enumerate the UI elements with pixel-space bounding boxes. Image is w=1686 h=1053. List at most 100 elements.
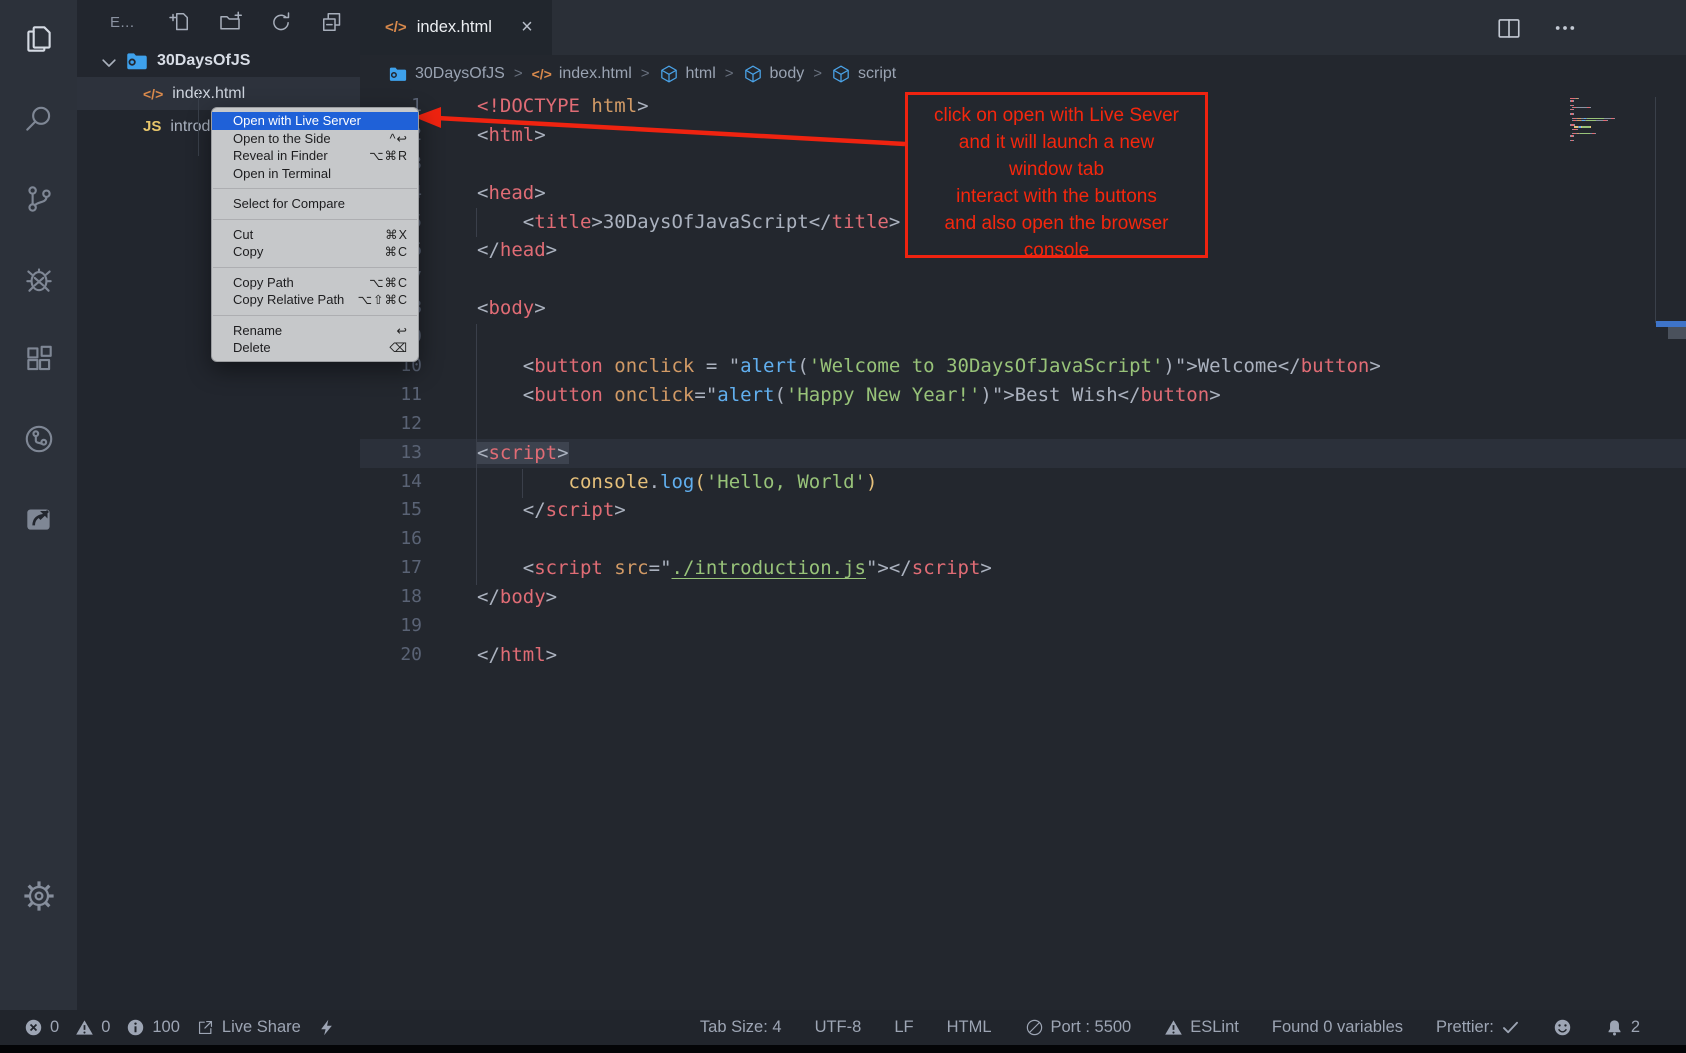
status-item-lightning-icon[interactable] — [317, 1018, 336, 1037]
line-number[interactable]: 12 — [360, 410, 422, 439]
code-line-content: <button onclick = "alert('Welcome to 30D… — [477, 352, 1381, 381]
cube-icon — [743, 64, 763, 84]
source-control-icon[interactable] — [22, 182, 56, 216]
annotation-box: click on open with Live Severand it will… — [905, 92, 1208, 258]
menu-item-reveal-in-finder[interactable]: Reveal in Finder⌥⌘R — [212, 147, 418, 165]
menu-item-open-to-the-side[interactable]: Open to the Side^↩ — [212, 130, 418, 148]
status-item-label: Live Share — [222, 1018, 301, 1037]
status-item-label: HTML — [947, 1018, 992, 1037]
status-item-2[interactable]: 2 — [1605, 1018, 1640, 1037]
status-item-prettier[interactable]: Prettier: — [1436, 1018, 1520, 1037]
code-line[interactable]: 19 — [360, 612, 1686, 641]
menu-item-select-for-compare[interactable]: Select for Compare — [212, 195, 418, 213]
cube-icon — [831, 64, 851, 84]
menu-item-cut[interactable]: Cut⌘X — [212, 226, 418, 244]
line-number[interactable]: 20 — [360, 641, 422, 670]
status-item-lf[interactable]: LF — [894, 1018, 913, 1037]
code-line[interactable]: 16 — [360, 525, 1686, 554]
code-line[interactable]: 20</html> — [360, 641, 1686, 670]
status-item-live-share[interactable]: Live Share — [196, 1018, 301, 1037]
menu-item-rename[interactable]: Rename↩ — [212, 322, 418, 340]
minimap[interactable] — [1570, 98, 1652, 142]
refresh-icon[interactable] — [269, 10, 293, 34]
code-line-content: <html> — [477, 121, 546, 150]
status-item-label: Port : 5500 — [1051, 1018, 1132, 1037]
line-number[interactable]: 11 — [360, 381, 422, 410]
code-line-content: </head> — [477, 236, 557, 265]
line-number[interactable]: 18 — [360, 583, 422, 612]
line-number[interactable]: 13 — [360, 439, 422, 468]
menu-item-open-with-live-server[interactable]: Open with Live Server — [212, 112, 418, 130]
share-arrow-icon[interactable] — [22, 502, 56, 536]
code-line-content: <!DOCTYPE html> — [477, 92, 649, 121]
code-line-content: <script> — [477, 439, 569, 468]
menu-item-label: Copy Relative Path — [233, 292, 358, 307]
menu-item-delete[interactable]: Delete⌫ — [212, 339, 418, 357]
window-bottom-edge — [0, 1045, 1686, 1053]
chevron-down-icon[interactable] — [99, 51, 119, 71]
branch-circle-icon[interactable] — [22, 422, 56, 456]
code-line[interactable]: 10 <button onclick = "alert('Welcome to … — [360, 352, 1686, 381]
status-item-tab-size-4[interactable]: Tab Size: 4 — [700, 1018, 782, 1037]
code-line[interactable]: 7 — [360, 265, 1686, 294]
new-folder-icon[interactable] — [218, 10, 242, 34]
line-number[interactable]: 15 — [360, 496, 422, 525]
code-line[interactable]: 15 </script> — [360, 496, 1686, 525]
explorer-icon[interactable] — [22, 22, 56, 56]
collapse-all-icon[interactable] — [320, 10, 344, 34]
breadcrumb-item-index.html[interactable]: </>index.html — [532, 65, 632, 83]
html-file-icon: </> — [385, 19, 407, 36]
new-file-icon[interactable] — [167, 10, 191, 34]
code-line[interactable]: 13 <script> — [360, 439, 1686, 468]
code-line[interactable]: 18</body> — [360, 583, 1686, 612]
status-item-found-0-variables[interactable]: Found 0 variables — [1272, 1018, 1403, 1037]
status-item-html[interactable]: HTML — [947, 1018, 992, 1037]
menu-item-label: Reveal in Finder — [233, 148, 369, 163]
search-icon[interactable] — [22, 102, 56, 136]
code-line[interactable]: 14 console.log('Hello, World') — [360, 468, 1686, 497]
menu-item-copy-relative-path[interactable]: Copy Relative Path⌥⇧⌘C — [212, 291, 418, 309]
menu-item-label: Copy — [233, 244, 384, 259]
sidebar-item-folder-30daysofjs[interactable]: 30DaysOfJS — [77, 44, 360, 77]
menu-item-shortcut: ⌥⌘C — [369, 275, 408, 290]
code-line[interactable]: 9 — [360, 323, 1686, 352]
close-icon[interactable]: × — [516, 17, 538, 39]
menu-item-open-in-terminal[interactable]: Open in Terminal — [212, 165, 418, 183]
more-actions-icon[interactable] — [1552, 15, 1578, 41]
status-item-label: 100 — [152, 1018, 180, 1037]
status-item-100[interactable]: 100 — [126, 1018, 180, 1037]
smiley-icon — [1553, 1018, 1572, 1037]
code-line[interactable]: 17 <script src="./introduction.js"></scr… — [360, 554, 1686, 583]
indent-guide — [476, 208, 477, 237]
line-number[interactable]: 16 — [360, 525, 422, 554]
menu-item-copy[interactable]: Copy⌘C — [212, 243, 418, 261]
scrollbar-thumb[interactable] — [1668, 327, 1686, 339]
extensions-icon[interactable] — [22, 342, 56, 376]
split-editor-icon[interactable] — [1496, 15, 1522, 41]
code-line[interactable]: 11 <button onclick="alert('Happy New Yea… — [360, 381, 1686, 410]
line-number[interactable]: 19 — [360, 612, 422, 641]
annotation-text: and it will launch a new — [908, 129, 1205, 156]
line-number[interactable]: 14 — [360, 468, 422, 497]
status-item-eslint[interactable]: ESLint — [1164, 1018, 1239, 1037]
breadcrumb-item-script[interactable]: script — [831, 64, 896, 84]
code-line-content: <script src="./introduction.js"></script… — [477, 554, 992, 583]
tab-index-html[interactable]: </> index.html × — [360, 0, 552, 55]
status-item-port-5500[interactable]: Port : 5500 — [1025, 1018, 1132, 1037]
code-line[interactable]: 12 — [360, 410, 1686, 439]
breadcrumb-item-html[interactable]: html — [659, 64, 716, 84]
warning-icon — [75, 1018, 94, 1037]
breadcrumb-item-body[interactable]: body — [743, 64, 805, 84]
cube-icon — [659, 64, 679, 84]
status-item-0[interactable]: 0 — [24, 1018, 59, 1037]
gear-icon[interactable] — [21, 878, 57, 914]
line-number[interactable]: 17 — [360, 554, 422, 583]
status-item-utf-8[interactable]: UTF-8 — [815, 1018, 862, 1037]
status-item-smiley-icon[interactable] — [1553, 1018, 1572, 1037]
menu-item-copy-path[interactable]: Copy Path⌥⌘C — [212, 274, 418, 292]
status-item-0[interactable]: 0 — [75, 1018, 110, 1037]
sidebar-item-index-html[interactable]: </>index.html — [77, 77, 360, 110]
breadcrumb-item-30DaysOfJS[interactable]: 30DaysOfJS — [388, 64, 505, 84]
code-line[interactable]: 8<body> — [360, 294, 1686, 323]
debug-icon[interactable] — [22, 262, 56, 296]
